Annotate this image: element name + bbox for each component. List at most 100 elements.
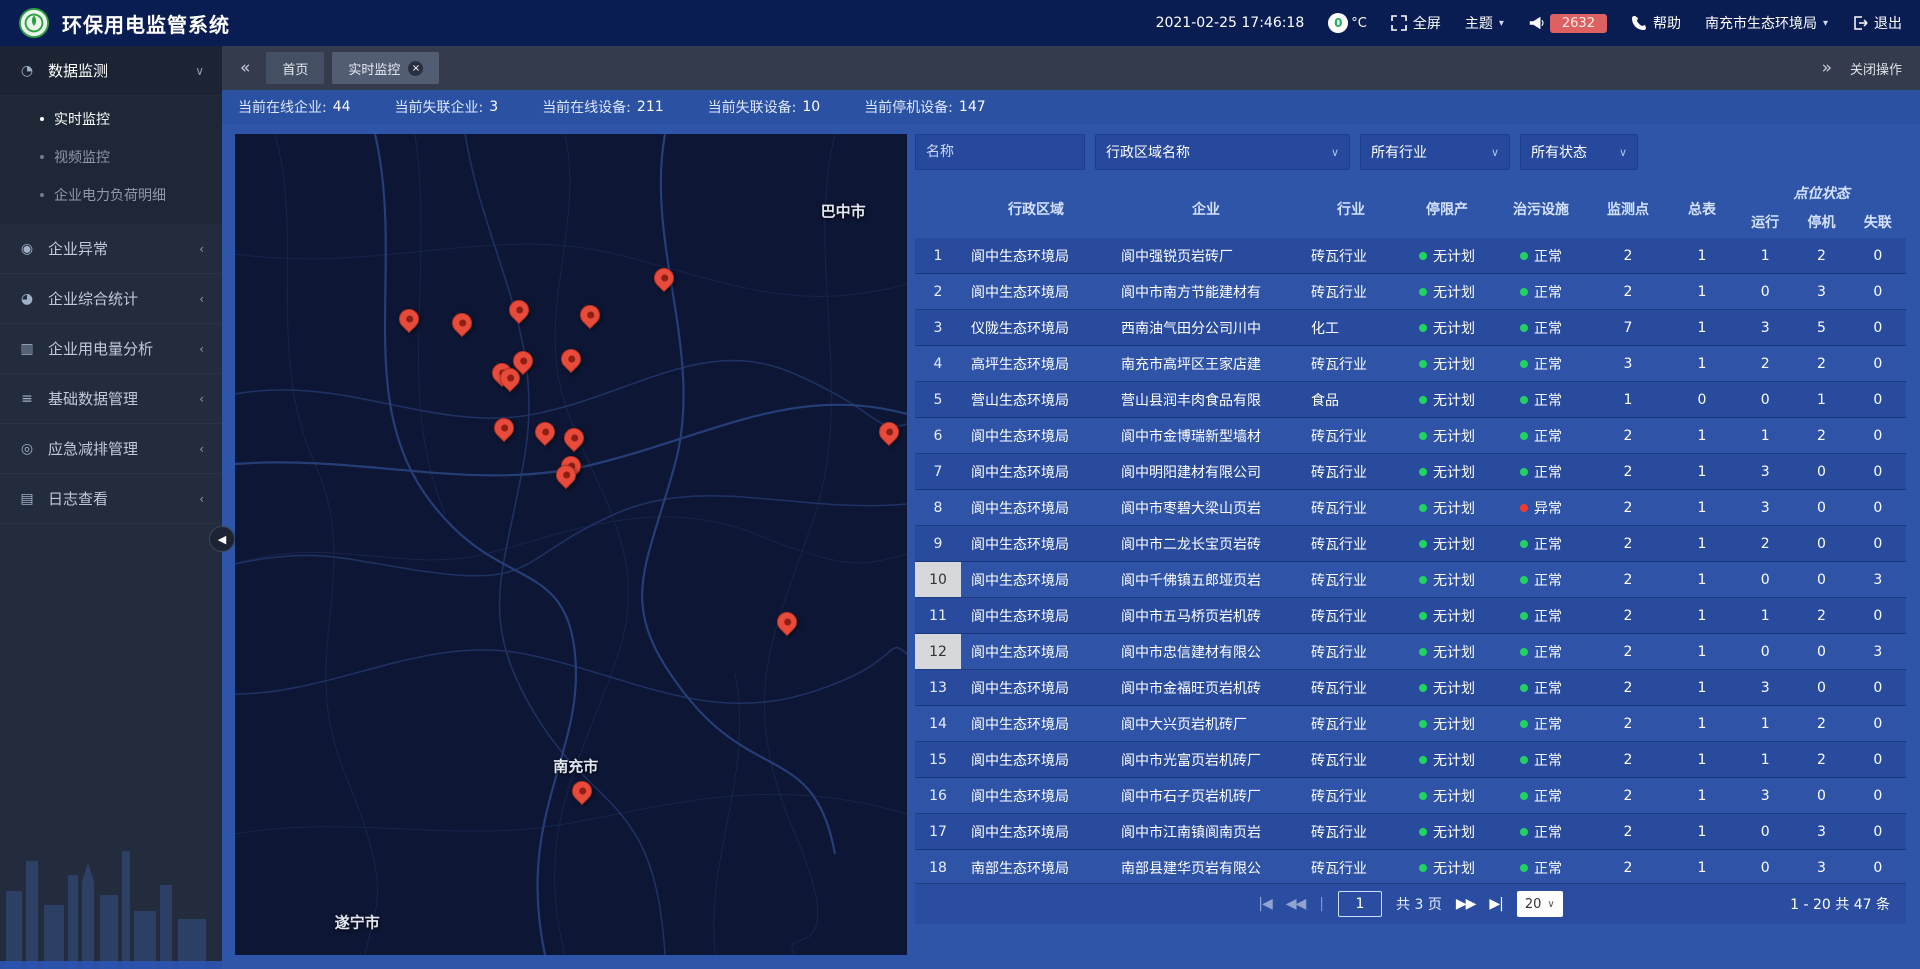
map-pin[interactable] (561, 349, 581, 369)
map-pin[interactable] (777, 612, 797, 632)
row-index: 7 (915, 454, 961, 489)
table-row[interactable]: 4高坪生态环境局南充市高坪区王家店建砖瓦行业无计划正常31220 (915, 346, 1906, 382)
map-pin[interactable] (654, 268, 674, 288)
tab-home[interactable]: 首页 (266, 52, 324, 84)
city-label: 巴中市 (821, 201, 866, 222)
cell-company: 西南油气田分公司川中 (1111, 310, 1301, 345)
map-pin[interactable] (572, 781, 592, 801)
map-pin[interactable] (564, 428, 584, 448)
table-row[interactable]: 18南部生态环境局南部县建华页岩有限公砖瓦行业无计划正常21030 (915, 850, 1906, 886)
cell-monitor: 2 (1589, 274, 1667, 309)
sidebar-section-company-abnormal[interactable]: ◉ 企业异常 ‹ (0, 224, 222, 274)
chevron-down-icon: ▾ (1499, 18, 1504, 29)
map-pin[interactable] (513, 351, 533, 371)
close-tab-icon[interactable]: × (408, 61, 423, 76)
page-number-input[interactable] (1338, 891, 1382, 917)
sidebar-section-base-data[interactable]: ≡ 基础数据管理 ‹ (0, 374, 222, 424)
city-skyline-decoration (0, 819, 222, 969)
table-row[interactable]: 17阆中生态环境局阆中市江南镇阆南页岩砖瓦行业无计划正常21030 (915, 814, 1906, 850)
cell-industry: 砖瓦行业 (1301, 778, 1401, 813)
row-index: 1 (915, 238, 961, 273)
page-size-select[interactable]: 20 ∨ (1517, 891, 1563, 917)
org-menu[interactable]: 南充市生态环境局 ▾ (1705, 13, 1828, 33)
location-pin-icon (448, 309, 476, 337)
cell-limit-production: 无计划 (1401, 382, 1493, 417)
cell-run: 0 (1737, 814, 1793, 849)
name-filter-input[interactable] (926, 144, 1074, 160)
sidebar-section-logs[interactable]: ▤ 日志查看 ‹ (0, 474, 222, 524)
cell-stop: 3 (1793, 274, 1849, 309)
table-row[interactable]: 8阆中生态环境局阆中市枣碧大梁山页岩砖瓦行业无计划异常21300 (915, 490, 1906, 526)
theme-menu[interactable]: 主题 ▾ (1465, 13, 1504, 33)
status-select[interactable]: 所有状态 ∨ (1520, 134, 1638, 170)
cell-pollution-facility: 正常 (1493, 742, 1589, 777)
map-pin[interactable] (399, 309, 419, 329)
cell-meter: 1 (1667, 238, 1737, 273)
map-pin[interactable] (509, 300, 529, 320)
sidebar-section-data-monitor[interactable]: ◔ 数据监测 ∨ (0, 46, 222, 96)
first-page-button[interactable]: |◀ (1258, 896, 1271, 912)
help-button[interactable]: 帮助 (1631, 13, 1681, 33)
table-row[interactable]: 12阆中生态环境局阆中市忠信建材有限公砖瓦行业无计划正常21003 (915, 634, 1906, 670)
fullscreen-button[interactable]: 全屏 (1391, 13, 1441, 33)
cell-pollution-facility: 正常 (1493, 382, 1589, 417)
sidebar-item-video-monitor[interactable]: 视频监控 (0, 138, 222, 176)
row-index: 18 (915, 850, 961, 885)
sidebar-section-power-analysis[interactable]: ▥ 企业用电量分析 ‹ (0, 324, 222, 374)
sidebar-collapse-button[interactable]: ◀ (209, 526, 235, 552)
cell-lost: 0 (1850, 238, 1906, 273)
table-row[interactable]: 7阆中生态环境局阆中明阳建材有限公司砖瓦行业无计划正常21300 (915, 454, 1906, 490)
location-pin-icon (560, 424, 588, 452)
sidebar-item-realtime-monitor[interactable]: 实时监控 (0, 100, 222, 138)
stat-online-devices: 当前在线设备: 211 (542, 97, 663, 117)
map-pin[interactable] (494, 418, 514, 438)
table-row[interactable]: 3仪陇生态环境局西南油气田分公司川中化工无计划正常71350 (915, 310, 1906, 346)
prev-page-button[interactable]: ◀◀ (1286, 896, 1306, 912)
cell-meter: 1 (1667, 346, 1737, 381)
sidebar-item-power-load-detail[interactable]: 企业电力负荷明细 (0, 176, 222, 214)
table-row[interactable]: 9阆中生态环境局阆中市二龙长宝页岩砖砖瓦行业无计划正常21200 (915, 526, 1906, 562)
cell-pollution-facility: 正常 (1493, 274, 1589, 309)
region-select[interactable]: 行政区域名称 ∨ (1095, 134, 1350, 170)
green-status-dot-icon (1419, 648, 1427, 656)
close-operations-button[interactable]: 关闭操作 (1850, 59, 1902, 78)
location-pin-icon (568, 777, 596, 805)
scroll-tabs-left-button[interactable]: « (232, 58, 258, 78)
cell-meter: 1 (1667, 598, 1737, 633)
table-row[interactable]: 11阆中生态环境局阆中市五马桥页岩机砖砖瓦行业无计划正常21120 (915, 598, 1906, 634)
announcement-button[interactable]: 2632 (1528, 14, 1607, 33)
map-pin[interactable] (556, 465, 576, 485)
sidebar-section-company-stats[interactable]: ◕ 企业综合统计 ‹ (0, 274, 222, 324)
cell-lost: 3 (1850, 562, 1906, 597)
cell-run: 0 (1737, 850, 1793, 885)
table-row[interactable]: 2阆中生态环境局阆中市南方节能建材有砖瓦行业无计划正常21030 (915, 274, 1906, 310)
table-row[interactable]: 16阆中生态环境局阆中市石子页岩机砖厂砖瓦行业无计划正常21300 (915, 778, 1906, 814)
map-pin[interactable] (452, 313, 472, 333)
col-monitor-points: 监测点 (1589, 199, 1667, 219)
table-row[interactable]: 14阆中生态环境局阆中大兴页岩机砖厂砖瓦行业无计划正常21120 (915, 706, 1906, 742)
map-pin[interactable] (879, 422, 899, 442)
map-panel[interactable]: 巴中市南充市遂宁市 (235, 134, 907, 955)
sidebar-section-emergency[interactable]: ◎ 应急减排管理 ‹ (0, 424, 222, 474)
scroll-tabs-right-button[interactable]: » (1814, 58, 1840, 78)
cell-lost: 0 (1850, 670, 1906, 705)
cell-stop: 3 (1793, 814, 1849, 849)
table-row[interactable]: 13阆中生态环境局阆中市金福旺页岩机砖砖瓦行业无计划正常21300 (915, 670, 1906, 706)
next-page-button[interactable]: ▶▶ (1456, 896, 1476, 912)
table-row[interactable]: 15阆中生态环境局阆中市光富页岩机砖厂砖瓦行业无计划正常21120 (915, 742, 1906, 778)
table-row[interactable]: 1阆中生态环境局阆中强锐页岩砖厂砖瓦行业无计划正常21120 (915, 238, 1906, 274)
logout-button[interactable]: 退出 (1852, 13, 1902, 33)
table-row[interactable]: 10阆中生态环境局阆中千佛镇五郎垭页岩砖瓦行业无计划正常21003 (915, 562, 1906, 598)
map-pin[interactable] (535, 422, 555, 442)
cell-stop: 5 (1793, 310, 1849, 345)
last-page-button[interactable]: ▶| (1489, 896, 1502, 912)
temperature-value: 0 (1328, 13, 1348, 33)
map-pin[interactable] (580, 305, 600, 325)
cell-stop: 0 (1793, 670, 1849, 705)
cell-pollution-facility: 正常 (1493, 418, 1589, 453)
table-row[interactable]: 6阆中生态环境局阆中市金博瑞新型墙材砖瓦行业无计划正常21120 (915, 418, 1906, 454)
tab-realtime-monitor[interactable]: 实时监控 × (332, 52, 439, 84)
table-row[interactable]: 5营山生态环境局营山县润丰肉食品有限食品无计划正常10010 (915, 382, 1906, 418)
industry-select[interactable]: 所有行业 ∨ (1360, 134, 1510, 170)
cell-limit-production: 无计划 (1401, 490, 1493, 525)
